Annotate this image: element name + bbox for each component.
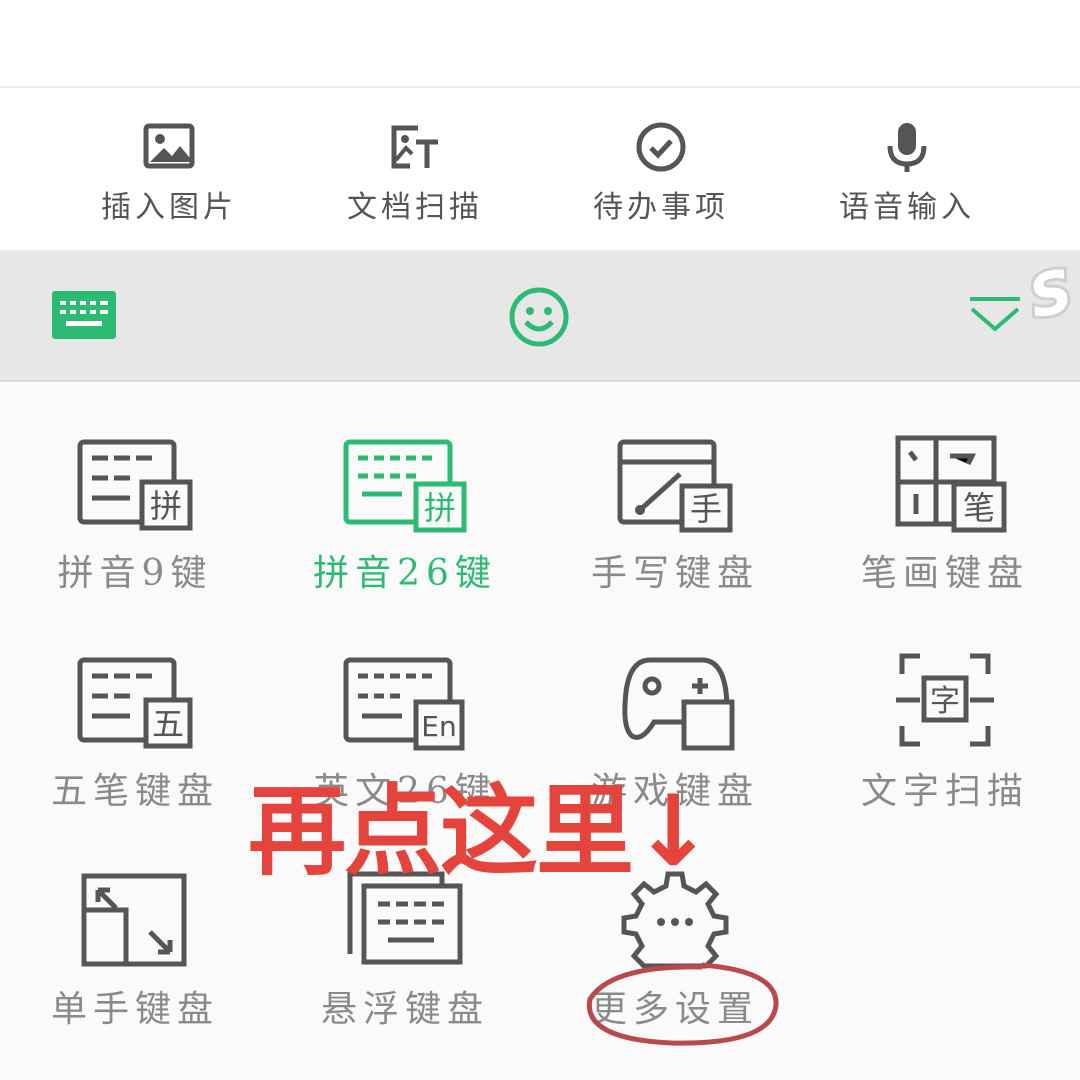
mode-text-scan[interactable]: 字 文字扫描 <box>810 602 1080 817</box>
watermark: S <box>1020 253 1080 334</box>
mode-label: 五笔键盘 <box>50 771 219 812</box>
mode-label: 拼音26键 <box>313 553 497 594</box>
image-icon <box>143 123 195 169</box>
document-scan-button[interactable]: 文档扫描 <box>292 120 538 230</box>
svg-text:手: 手 <box>690 490 722 528</box>
document-scan-icon <box>391 125 438 169</box>
mode-pinyin9[interactable]: 拼 拼音9键 <box>0 384 270 599</box>
microphone-icon <box>887 123 927 172</box>
chevron-down-icon[interactable] <box>966 295 1024 335</box>
mode-one-hand[interactable]: 单手键盘 <box>0 820 270 1035</box>
mode-label: 文字扫描 <box>860 771 1029 812</box>
mode-label: 手写键盘 <box>590 553 759 594</box>
handwriting-keyboard-icon: 手 <box>617 439 733 533</box>
text-scan-icon: 字 <box>896 653 994 747</box>
check-circle-icon <box>636 122 686 172</box>
wubi-keyboard-icon: 五 <box>77 657 193 749</box>
keyboard-icon[interactable] <box>52 291 116 339</box>
svg-text:拼: 拼 <box>424 489 456 527</box>
mode-label: 拼音9键 <box>57 553 213 594</box>
svg-text:五: 五 <box>152 705 184 743</box>
mode-wubi[interactable]: 五 五笔键盘 <box>0 602 270 817</box>
mode-label: 悬浮键盘 <box>320 989 489 1030</box>
stroke-keyboard-icon: 笔 <box>895 435 1007 533</box>
insert-image-label: 插入图片 <box>101 190 237 225</box>
mode-label: 笔画键盘 <box>860 553 1029 594</box>
todo-button[interactable]: 待办事项 <box>538 120 784 230</box>
one-hand-keyboard-icon <box>81 873 187 967</box>
mode-label: 单手键盘 <box>50 989 219 1030</box>
pinyin9-keyboard-icon: 拼 <box>77 439 193 531</box>
voice-input-label: 语音输入 <box>839 190 975 225</box>
document-scan-label: 文档扫描 <box>347 190 483 225</box>
svg-text:字: 字 <box>930 684 960 719</box>
smiley-icon[interactable] <box>508 286 570 348</box>
game-keyboard-icon <box>622 657 735 751</box>
pinyin26-keyboard-icon: 拼 <box>343 439 467 533</box>
svg-text:En: En <box>421 710 456 743</box>
english26-keyboard-icon: En <box>343 657 465 751</box>
svg-text:笔: 笔 <box>963 489 995 527</box>
insert-image-button[interactable]: 插入图片 <box>46 120 292 230</box>
annotation-text: 再点这里↓ <box>248 775 714 889</box>
voice-input-button[interactable]: 语音输入 <box>784 120 1030 230</box>
keyboard-mode-panel: 拼 拼音9键 拼 拼音26键 手 手写键盘 笔 笔画键盘 五 五笔键盘 En 英… <box>0 384 1080 1080</box>
mode-stroke[interactable]: 笔 笔画键盘 <box>810 384 1080 599</box>
annotation-circle <box>586 962 779 1046</box>
svg-text:拼: 拼 <box>150 487 182 525</box>
text-input-area[interactable] <box>0 0 1080 88</box>
mode-pinyin26[interactable]: 拼 拼音26键 <box>270 384 540 599</box>
mode-handwriting[interactable]: 手 手写键盘 <box>540 384 810 599</box>
keyboard-toggle-bar: S <box>0 250 1080 382</box>
todo-label: 待办事项 <box>593 190 729 225</box>
tools-bar: 插入图片 文档扫描 待办事项 语音输入 <box>0 90 1080 250</box>
